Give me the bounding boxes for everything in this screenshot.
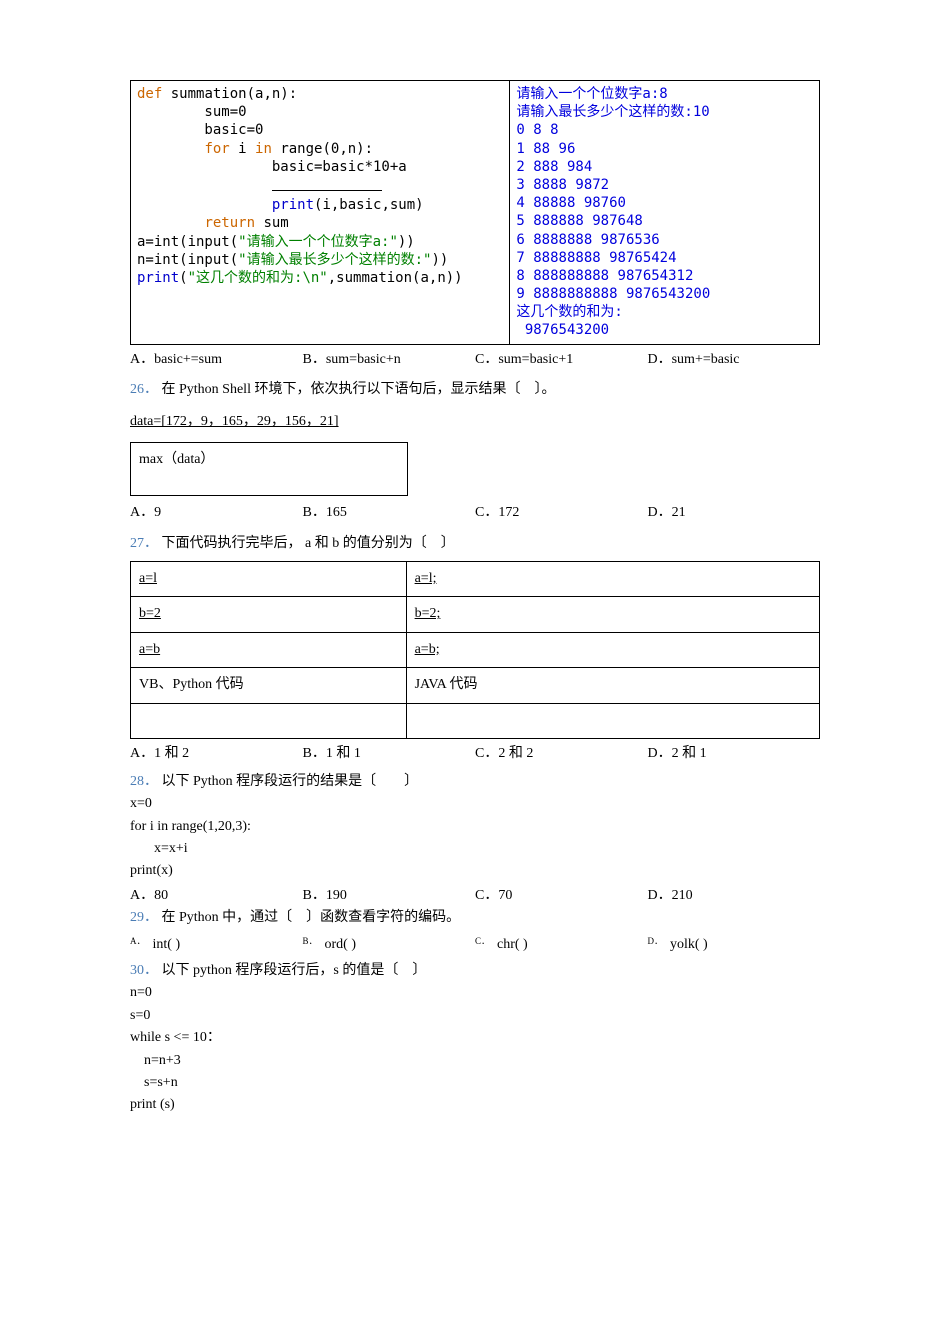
q30-c4: n=n+3	[130, 1050, 820, 1072]
q29-options: A． int( ) B． ord( ) C． chr( ) D． yolk( )	[130, 934, 820, 956]
q26-options: A．9 B．165 C．172 D．21	[130, 502, 820, 524]
q27-r4: JAVA 代码	[406, 668, 819, 703]
q28-c2: for i in range(1,20,3):	[130, 819, 251, 834]
q27-blank-r	[406, 703, 819, 738]
q27-l3: a=b	[131, 632, 407, 667]
q27-opt-b: B．1 和 1	[303, 743, 476, 765]
q25-code-right: 请输入一个个位数字a:8 请输入最长多少个这样的数:10 0 8 8 1 88 …	[510, 80, 820, 345]
q28-opt-a: A．80	[130, 885, 303, 907]
q28-c4: print(x)	[130, 863, 173, 878]
q26-opt-c: C．172	[475, 502, 648, 524]
q25-opt-d: D．sum+=basic	[648, 349, 821, 371]
q28-c3: x=x+i	[130, 838, 820, 860]
q28-opt-b: B．190	[303, 885, 476, 907]
q30-text: 以下 python 程序段运行后，s 的值是〔 〕	[162, 963, 427, 978]
q29-text: 在 Python 中，通过〔 〕函数查看字符的编码。	[162, 910, 461, 925]
q25-opt-c: C．sum=basic+1	[475, 349, 648, 371]
q26-opt-d: D．21	[648, 502, 821, 524]
q27-opt-a: A．1 和 2	[130, 743, 303, 765]
q29-opt-d: D． yolk( )	[648, 934, 821, 956]
q27-l4: VB、Python 代码	[131, 668, 407, 703]
q27-opt-c: C．2 和 2	[475, 743, 648, 765]
q25-opt-a: A．basic+=sum	[130, 349, 303, 371]
q29-opt-b: B． ord( )	[303, 934, 476, 956]
q25-options: A．basic+=sum B．sum=basic+n C．sum=basic+1…	[130, 349, 820, 371]
q26-data-line: data=[172，9，165，29，156，21]	[130, 411, 339, 433]
q29-opt-a: A． int( )	[130, 934, 303, 956]
q30-c5: s=s+n	[130, 1072, 820, 1094]
q25-code-block: def summation(a,n): sum=0 basic=0 for i …	[130, 80, 820, 345]
q28-num: 28．	[130, 774, 158, 789]
q26: 26． 在 Python Shell 环境下，依次执行以下语句后，显示结果〔 〕…	[130, 379, 820, 401]
q26-opt-b: B．165	[303, 502, 476, 524]
q27-blank-l	[131, 703, 407, 738]
q30: 30． 以下 python 程序段运行后，s 的值是〔 〕	[130, 960, 820, 982]
q30-c3: while s <= 10：	[130, 1030, 221, 1045]
q29-opt-c: C． chr( )	[475, 934, 648, 956]
q29: 29． 在 Python 中，通过〔 〕函数查看字符的编码。	[130, 907, 820, 929]
q27-r3: a=b;	[406, 632, 819, 667]
q30-num: 30．	[130, 963, 158, 978]
q26-num: 26．	[130, 382, 158, 397]
q29-num: 29．	[130, 910, 158, 925]
q27-opt-d: D．2 和 1	[648, 743, 821, 765]
q27-num: 27．	[130, 536, 158, 551]
q25-opt-b: B．sum=basic+n	[303, 349, 476, 371]
q30-c6: print (s)	[130, 1097, 175, 1112]
q28-opt-c: C．70	[475, 885, 648, 907]
q26-text: 在 Python Shell 环境下，依次执行以下语句后，显示结果〔 〕。	[162, 382, 556, 397]
q27-text: 下面代码执行完毕后， a 和 b 的值分别为〔 〕	[162, 536, 455, 551]
q27-table: a=l a=l; b=2 b=2; a=b a=b; VB、Python 代码 …	[130, 561, 820, 739]
q27-r1: a=l;	[406, 561, 819, 596]
q25-code-left: def summation(a,n): sum=0 basic=0 for i …	[130, 80, 510, 345]
q26-box: max（data）	[130, 442, 408, 496]
q27-r2: b=2;	[406, 597, 819, 632]
q27: 27． 下面代码执行完毕后， a 和 b 的值分别为〔 〕	[130, 533, 820, 555]
q26-max-line: max（data）	[139, 452, 214, 467]
q28-c1: x=0	[130, 796, 152, 811]
q27-l1: a=l	[131, 561, 407, 596]
q30-c2: s=0	[130, 1008, 150, 1023]
q26-opt-a: A．9	[130, 502, 303, 524]
q27-l2: b=2	[131, 597, 407, 632]
q28-opt-d: D．210	[648, 885, 821, 907]
q28: 28． 以下 Python 程序段运行的结果是〔 〕	[130, 771, 820, 793]
q28-options: A．80 B．190 C．70 D．210	[130, 885, 820, 907]
q28-text: 以下 Python 程序段运行的结果是〔 〕	[162, 774, 419, 789]
q30-c1: n=0	[130, 985, 152, 1000]
q27-options: A．1 和 2 B．1 和 1 C．2 和 2 D．2 和 1	[130, 743, 820, 765]
